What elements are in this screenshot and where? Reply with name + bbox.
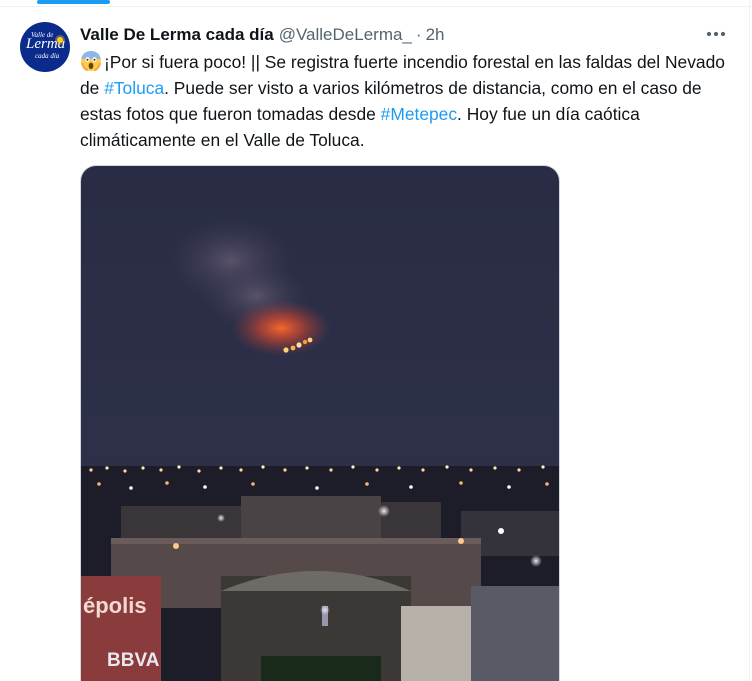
more-options-icon[interactable] — [702, 22, 730, 46]
bank-sign-text: BBVA — [107, 650, 160, 671]
display-name[interactable]: Valle De Lerma cada día — [80, 25, 274, 45]
tweet-text: ¡Por si fuera poco! || Se registra fuert… — [80, 49, 740, 153]
tweet-header: Valle De Lerma cada día @ValleDeLerma_ ·… — [80, 24, 444, 46]
separator-dot: · — [415, 25, 422, 44]
avatar[interactable]: Valle de Lerma cada día — [20, 22, 70, 72]
tab-indicator — [37, 0, 110, 4]
top-divider — [0, 6, 752, 7]
timestamp[interactable]: 2h — [426, 25, 445, 45]
avatar-text-line3: cada día — [35, 52, 60, 60]
store-sign-text: épolis — [83, 593, 147, 618]
fire-glow — [231, 300, 331, 356]
column-border — [749, 0, 750, 681]
user-handle[interactable]: @ValleDeLerma_ — [279, 25, 412, 45]
hashtag-link-toluca[interactable]: #Toluca — [104, 78, 164, 98]
screaming-face-emoji-icon — [80, 50, 102, 72]
sun-icon — [57, 37, 63, 43]
tweet-photo[interactable]: épolis BBVA — [80, 165, 560, 681]
hashtag-link-metepec[interactable]: #Metepec — [381, 104, 457, 124]
